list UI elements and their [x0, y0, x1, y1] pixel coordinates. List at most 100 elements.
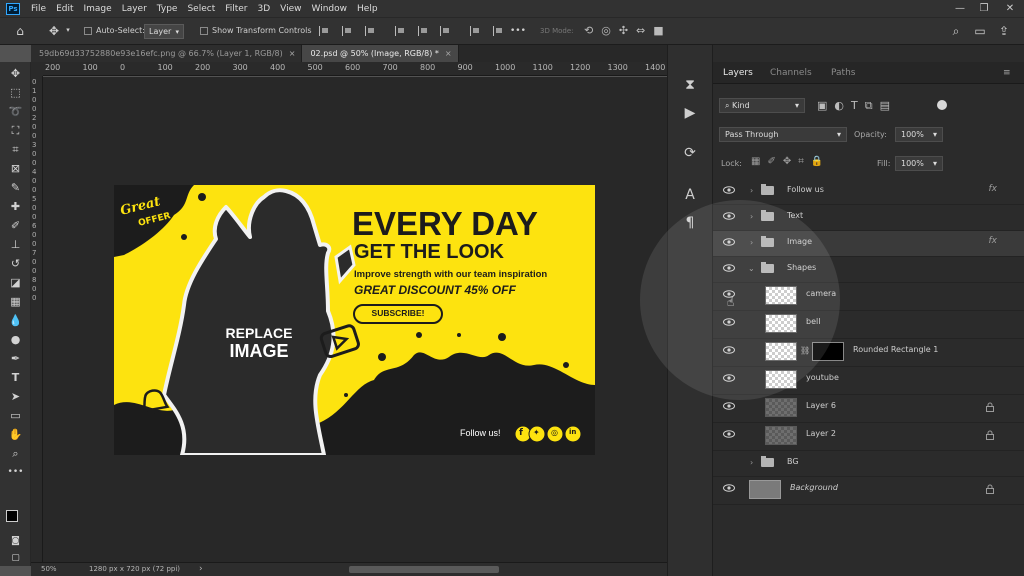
zoom-level[interactable]: 50% [41, 565, 57, 573]
chevron-down-icon[interactable]: ▾ [64, 26, 72, 34]
fill-field[interactable]: 100% ▾ [895, 156, 943, 171]
properties-icon[interactable]: ⟳ [680, 143, 700, 163]
photoshop-logo-icon[interactable]: Ps [6, 2, 20, 15]
close-tab-icon[interactable]: × [445, 49, 452, 58]
menu-image[interactable]: Image [79, 4, 117, 14]
tab-psd-document[interactable]: 02.psd @ 50% (Image, RGB/8) * × [302, 45, 459, 62]
chevron-right-icon[interactable]: › [750, 212, 753, 221]
pen-tool-icon[interactable]: ✒ [0, 349, 31, 368]
gradient-tool-icon[interactable]: ▦ [0, 292, 31, 311]
pixel-filter-icon[interactable]: ▣ [817, 99, 834, 112]
align-top-icon[interactable] [394, 26, 405, 36]
link-icon[interactable]: ⛓ [800, 346, 810, 355]
drag-icon[interactable]: ✣ [619, 24, 636, 37]
menu-file[interactable]: File [26, 4, 51, 14]
layer-row-bell[interactable]: bell [713, 311, 1024, 339]
eye-icon[interactable] [723, 430, 735, 438]
layer-row-rounded-rectangle[interactable]: ⛓ Rounded Rectangle 1 [713, 339, 1024, 367]
tab-paths[interactable]: Paths [831, 62, 855, 84]
menu-view[interactable]: View [275, 4, 306, 14]
path-select-icon[interactable]: ➤ [0, 387, 31, 406]
history-brush-icon[interactable]: ↺ [0, 254, 31, 273]
align-bottom-icon[interactable] [440, 26, 450, 36]
layer-row-text[interactable]: › Text [713, 205, 1024, 231]
fx-icon[interactable]: fx [989, 184, 998, 194]
scale-icon[interactable]: ■ [653, 24, 671, 37]
screen-mode-icon[interactable]: ▢ [0, 549, 31, 568]
filter-kind-dropdown[interactable]: ⌕ Kind ▾ [719, 98, 805, 113]
menu-help[interactable]: Help [352, 4, 383, 14]
eye-icon[interactable] [723, 346, 735, 354]
layer-row-youtube[interactable]: youtube [713, 367, 1024, 395]
marquee-tool-icon[interactable]: ⬚ [0, 83, 31, 102]
auto-select-dropdown[interactable]: Layer ▾ [144, 24, 184, 39]
lock-position-icon[interactable]: ✥ [783, 156, 798, 167]
shape-filter-icon[interactable]: ⧉ [865, 99, 880, 112]
menu-window[interactable]: Window [307, 4, 353, 14]
layer-row-layer-6[interactable]: Layer 6 [713, 395, 1024, 423]
lock-transparency-icon[interactable]: ▦ [751, 156, 767, 167]
layer-row-follow-us[interactable]: › Follow us fx [713, 179, 1024, 205]
dodge-tool-icon[interactable]: ● [0, 330, 31, 349]
align-left-icon[interactable] [319, 26, 329, 36]
more-tools-icon[interactable]: ••• [0, 463, 31, 482]
eye-icon[interactable] [723, 484, 735, 492]
history-panel-icon[interactable]: ⧗ [680, 75, 700, 95]
paragraph-panel-icon[interactable]: ¶ [680, 213, 700, 233]
eye-icon[interactable] [723, 238, 735, 246]
restore-icon[interactable]: ❐ [972, 0, 996, 17]
crop-tool-icon[interactable]: ⌗ [0, 140, 31, 159]
horizontal-scrollbar-thumb[interactable] [349, 566, 499, 573]
lock-icon[interactable] [985, 430, 995, 440]
adjustment-filter-icon[interactable]: ◐ [834, 99, 851, 112]
menu-select[interactable]: Select [182, 4, 220, 14]
eyedropper-tool-icon[interactable]: ✎ [0, 178, 31, 197]
distribute-icon[interactable] [470, 26, 480, 36]
minimize-icon[interactable]: — [948, 0, 972, 17]
blur-tool-icon[interactable]: 💧 [0, 311, 31, 330]
tab-channels[interactable]: Channels [770, 62, 812, 84]
move-tool-icon[interactable]: ✥ [0, 64, 31, 83]
actions-play-icon[interactable]: ▶ [680, 103, 700, 123]
tab-png-document[interactable]: 59db69d33752880e93e16efc.png @ 66.7% (La… [31, 45, 303, 62]
layer-row-background[interactable]: Background [713, 477, 1024, 505]
vertical-ruler[interactable]: 0100200300400500600700800 [31, 76, 43, 562]
move-tool-icon[interactable]: ✥ [46, 24, 62, 38]
quick-select-tool-icon[interactable]: ⛶ [0, 121, 31, 140]
lock-pixels-icon[interactable]: ✐ [767, 156, 782, 167]
workspace-icon[interactable]: ▭ [972, 24, 988, 38]
align-right-icon[interactable] [364, 26, 375, 36]
orbit-icon[interactable]: ⟲ [584, 24, 601, 37]
layer-row-camera[interactable]: ☝ camera [713, 283, 1024, 311]
type-tool-icon[interactable]: T [0, 368, 31, 387]
eye-icon[interactable] [723, 318, 735, 326]
menu-type[interactable]: Type [152, 4, 183, 14]
layer-row-shapes[interactable]: ⌄ Shapes [713, 257, 1024, 283]
lock-icon[interactable] [985, 484, 995, 494]
chevron-right-icon[interactable]: › [750, 186, 753, 195]
brush-tool-icon[interactable]: ✐ [0, 216, 31, 235]
layer-row-layer-2[interactable]: Layer 2 [713, 423, 1024, 451]
horizontal-ruler[interactable]: 200 100 0 100 200 300 400 500 600 700 800 900 1000 11… [43, 62, 667, 76]
clone-stamp-icon[interactable]: ⊥ [0, 235, 31, 254]
share-icon[interactable]: ⇪ [996, 24, 1012, 38]
show-transform-checkbox[interactable]: Show Transform Controls [200, 26, 312, 35]
lock-all-icon[interactable]: 🔒 [811, 156, 830, 167]
menu-layer[interactable]: Layer [117, 4, 152, 14]
foreground-color-swatch[interactable] [6, 510, 18, 522]
close-icon[interactable]: ✕ [998, 0, 1022, 17]
character-panel-icon[interactable]: A [680, 185, 700, 205]
frame-tool-icon[interactable]: ⊠ [0, 159, 31, 178]
smart-object-filter-icon[interactable]: ▤ [880, 99, 897, 112]
lock-icon[interactable] [985, 402, 995, 412]
eye-icon[interactable] [723, 264, 735, 272]
zoom-tool-icon[interactable]: ⌕ [0, 444, 31, 463]
type-filter-icon[interactable]: T [851, 99, 865, 112]
rectangle-tool-icon[interactable]: ▭ [0, 406, 31, 425]
lasso-tool-icon[interactable]: ➰ [0, 102, 31, 121]
menu-3d[interactable]: 3D [253, 4, 276, 14]
distribute-icon[interactable] [493, 26, 503, 36]
eye-icon[interactable] [723, 374, 735, 382]
align-middle-icon[interactable] [417, 26, 428, 36]
lock-artboard-icon[interactable]: ⌗ [798, 156, 811, 167]
